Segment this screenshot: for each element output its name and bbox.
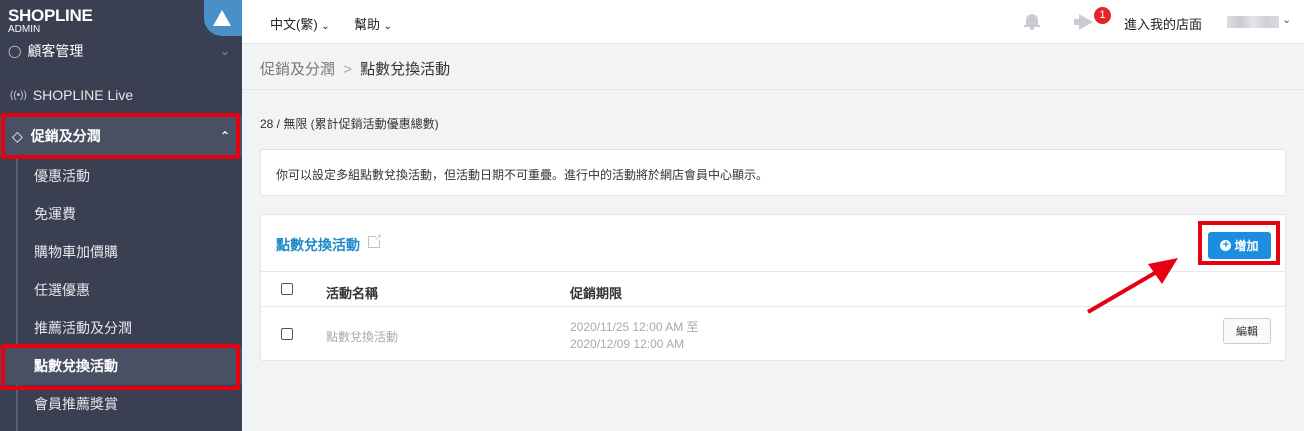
chevron-down-icon: ⌄ (383, 21, 393, 32)
broadcast-icon: ((•)) (10, 89, 27, 101)
logo-subtitle: ADMIN (8, 24, 41, 35)
sidebar-subitem-label: 任選優惠 (34, 282, 90, 298)
enter-shop-link[interactable]: 進入我的店面 (1124, 14, 1202, 33)
sidebar-item-label: 顧客管理 (27, 43, 84, 59)
sidebar-item-label: SHOPLINE Live (32, 87, 134, 103)
add-button-label: 增加 (1234, 239, 1259, 253)
sidebar-subitem-cart-addon[interactable]: 購物車加價購 (0, 233, 242, 271)
info-notice: 你可以設定多組點數兌換活動，但活動日期不可重疊。進行中的活動將於網店會員中心顯示… (260, 149, 1286, 196)
edit-button[interactable]: 編輯 (1223, 318, 1271, 344)
sidebar-subitem-free-shipping[interactable]: 免運費 (0, 195, 242, 233)
panel-title[interactable]: 點數兌換活動 (276, 235, 360, 255)
breadcrumb-current: 點數兌換活動 (360, 61, 451, 78)
chevron-down-icon: ⌄ (321, 21, 330, 32)
plus-circle-icon: + (1220, 240, 1232, 251)
sidebar-subitem-label: 點數兌換活動 (34, 358, 118, 374)
sidebar-subitem-bundle[interactable]: 任選優惠 (0, 271, 242, 309)
megaphone-icon[interactable] (1074, 14, 1094, 30)
select-all-checkbox[interactable] (281, 283, 293, 295)
point-redemption-panel: 點數兌換活動 ↗ + 增加 活動名稱 促銷期限 點數兌換活動 2020/11/2… (260, 214, 1286, 361)
tag-icon: ◇ (12, 127, 23, 144)
sidebar-subitem-discounts[interactable]: 優惠活動 (0, 157, 242, 195)
sidebar-item-customers[interactable]: ◯ 顧客管理 ⌄ (0, 36, 242, 66)
language-label: 中文(繁) (270, 17, 318, 32)
bell-icon[interactable] (1024, 12, 1040, 30)
user-icon: ◯ (8, 44, 22, 58)
sidebar-subitem-label: 推薦活動及分潤 (34, 320, 132, 336)
row-start-date: 2020/11/25 12:00 AM 至 (570, 320, 699, 334)
row-end-date: 2020/12/09 12:00 AM (570, 337, 685, 351)
sidebar-subitem-label: 購物車加價購 (34, 244, 118, 260)
row-campaign-name[interactable]: 點數兌換活動 (326, 328, 398, 345)
column-header-period: 促銷期限 (570, 286, 623, 301)
sidebar-subitem-label: 會員推薦獎賞 (34, 396, 118, 412)
chevron-up-icon: ⌃ (219, 129, 230, 143)
breadcrumb-parent[interactable]: 促銷及分潤 (260, 61, 335, 78)
sidebar-item-label: 促銷及分潤 (30, 128, 101, 144)
sidebar-subitem-label: 免運費 (34, 206, 76, 222)
chevron-down-icon: ⌄ (219, 44, 230, 58)
chevron-down-icon[interactable]: ⌄ (1282, 13, 1291, 26)
sidebar-subitem-member-referral[interactable]: 會員推薦獎賞 (0, 385, 242, 423)
sidebar-item-promotions[interactable]: ◇ 促銷及分潤 ⌃ (0, 115, 242, 157)
usage-count: 28 / 無限 (累計促銷活動優惠總數) (260, 117, 439, 131)
row-checkbox[interactable] (281, 328, 293, 340)
breadcrumb-separator: > (343, 61, 352, 78)
user-menu-avatar[interactable] (1227, 16, 1279, 28)
add-button[interactable]: + 增加 (1208, 232, 1271, 259)
help-dropdown[interactable]: 幫助 ⌄ (354, 14, 392, 33)
collapse-menu-icon[interactable] (204, 0, 242, 36)
sidebar-subitem-point-redemption[interactable]: 點數兌換活動 (0, 347, 242, 385)
sidebar: SHOPLINE ADMIN ◯ 顧客管理 ⌄ ((•)) SHOPLINE L… (0, 0, 242, 431)
sidebar-item-live[interactable]: ((•)) SHOPLINE Live (0, 80, 242, 110)
table-header: 活動名稱 促銷期限 (261, 271, 1285, 307)
column-header-name: 活動名稱 (326, 286, 379, 301)
top-bar: 中文(繁) ⌄ 幫助 ⌄ 1 進入我的店面 ⌄ (242, 0, 1304, 44)
external-link-icon[interactable]: ↗ (368, 233, 382, 248)
language-dropdown[interactable]: 中文(繁) ⌄ (270, 14, 330, 33)
shopline-logo[interactable]: SHOPLINE (8, 6, 93, 26)
notice-text: 你可以設定多組點數兌換活動，但活動日期不可重疊。進行中的活動將於網店會員中心顯示… (276, 168, 769, 182)
sidebar-subitem-label: 優惠活動 (34, 168, 90, 184)
edit-button-label: 編輯 (1236, 326, 1258, 338)
sidebar-subitem-affiliate[interactable]: 推薦活動及分潤 (0, 309, 242, 347)
help-label: 幫助 (354, 17, 381, 32)
breadcrumb: 促銷及分潤 > 點數兌換活動 (242, 45, 1304, 90)
notification-badge: 1 (1094, 7, 1111, 24)
